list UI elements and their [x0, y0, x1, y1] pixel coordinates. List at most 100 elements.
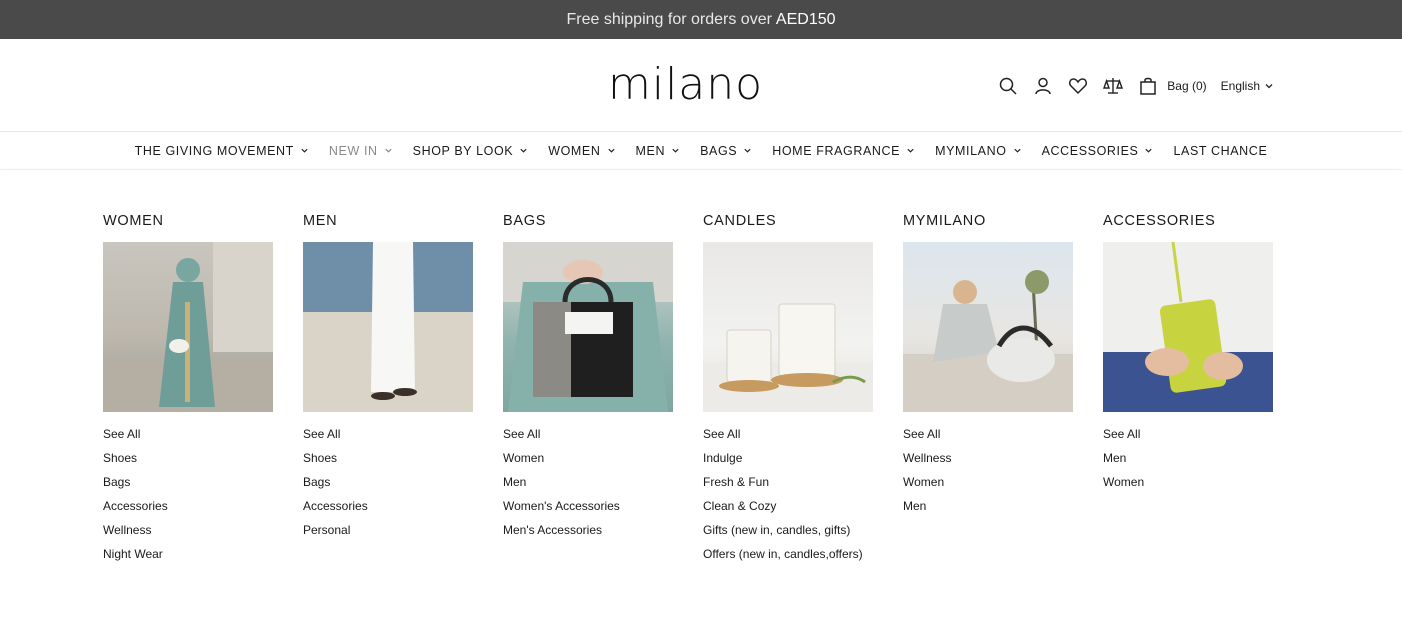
menu-link[interactable]: Wellness: [903, 448, 1073, 472]
header-actions: Bag (0) English: [997, 75, 1274, 97]
menu-link[interactable]: Men's Accessories: [503, 520, 673, 544]
chevron-down-icon: [1013, 148, 1021, 153]
account-icon[interactable]: [1032, 75, 1054, 97]
site-header: milano Bag (0) English: [0, 39, 1402, 131]
gym-bag-woman-photo[interactable]: [903, 242, 1073, 412]
menu-link[interactable]: Accessories: [103, 496, 273, 520]
column-title[interactable]: MYMILANO: [903, 212, 1073, 230]
column-title[interactable]: ACCESSORIES: [1103, 212, 1273, 230]
menu-link[interactable]: Night Wear: [103, 544, 273, 568]
menu-link[interactable]: Personal: [303, 520, 473, 544]
phone-pouch-photo[interactable]: [1103, 242, 1273, 412]
mega-col-candles: CANDLES See All Indulge Fresh & Fun Clea…: [703, 212, 873, 568]
bag-count-label[interactable]: Bag (0): [1167, 79, 1206, 93]
menu-link[interactable]: See All: [303, 424, 473, 448]
nav-item-shop-by-look[interactable]: SHOP BY LOOK: [413, 144, 529, 158]
chevron-down-icon: [385, 148, 392, 153]
nav-item-the-giving-movement[interactable]: THE GIVING MOVEMENT: [135, 144, 309, 158]
nav-item-label: SHOP BY LOOK: [412, 143, 514, 158]
menu-link[interactable]: Women: [1103, 472, 1273, 496]
mega-col-men: MEN See All Shoes Bags Accessories Perso…: [303, 212, 473, 544]
menu-link[interactable]: Wellness: [103, 520, 273, 544]
menu-link[interactable]: Offers (new in, candles,offers): [703, 544, 873, 568]
menu-link[interactable]: See All: [503, 424, 673, 448]
nav-item-home-fragrance[interactable]: HOME FRAGRANCE: [772, 144, 915, 158]
nav-item-label: WOMEN: [548, 143, 601, 158]
chevron-down-icon: [1145, 148, 1153, 153]
column-links: See All Indulge Fresh & Fun Clean & Cozy…: [703, 424, 873, 568]
column-links: See All Men Women: [1103, 424, 1273, 496]
menu-link[interactable]: Men: [1103, 448, 1273, 472]
nav-item-accessories[interactable]: ACCESSORIES: [1042, 144, 1154, 158]
menu-link[interactable]: Fresh & Fun: [703, 472, 873, 496]
language-label: English: [1220, 79, 1260, 93]
wishlist-heart-icon[interactable]: [1067, 75, 1089, 97]
nav-item-mymilano[interactable]: MYMILANO: [935, 144, 1021, 158]
handbag-photo[interactable]: [503, 242, 673, 412]
chevron-down-icon: [1265, 84, 1273, 89]
menu-link[interactable]: Women: [503, 448, 673, 472]
mega-col-women: WOMEN See All Shoes Bags Accessories Wel…: [103, 212, 273, 568]
menu-link[interactable]: Shoes: [103, 448, 273, 472]
chevron-down-icon: [744, 148, 751, 153]
nav-item-label: MEN: [635, 143, 666, 158]
bag-icon[interactable]: [1137, 75, 1159, 97]
mega-col-bags: BAGS See All Women Men Women's Accessori…: [503, 212, 673, 544]
column-links: See All Wellness Women Men: [903, 424, 1073, 520]
nav-item-last-chance[interactable]: LAST CHANCE: [1173, 144, 1267, 158]
chevron-down-icon: [672, 148, 679, 153]
nav-item-men[interactable]: MEN: [636, 144, 681, 158]
menu-link[interactable]: Accessories: [303, 496, 473, 520]
menu-link[interactable]: See All: [1103, 424, 1273, 448]
menu-link[interactable]: Shoes: [303, 448, 473, 472]
nav-item-new-in[interactable]: NEW IN: [329, 144, 393, 158]
nav-item-label: MYMILANO: [935, 143, 1007, 158]
nav-item-label: ACCESSORIES: [1041, 143, 1139, 158]
men-white-kandura-photo[interactable]: [303, 242, 473, 412]
chevron-down-icon: [907, 148, 914, 153]
menu-link[interactable]: Women's Accessories: [503, 496, 673, 520]
nav-item-bags[interactable]: BAGS: [700, 144, 752, 158]
menu-link[interactable]: See All: [703, 424, 873, 448]
mega-col-accessories: ACCESSORIES See All Men Women: [1103, 212, 1273, 496]
chevron-down-icon: [301, 148, 308, 153]
announcement-amount: AED150: [775, 10, 836, 28]
nav-item-label: THE GIVING MOVEMENT: [134, 143, 294, 158]
chevron-down-icon: [607, 148, 615, 153]
new-in-mega-menu: WOMEN See All Shoes Bags Accessories Wel…: [0, 170, 1402, 606]
column-links: See All Shoes Bags Accessories Wellness …: [103, 424, 273, 568]
column-links: See All Shoes Bags Accessories Personal: [303, 424, 473, 544]
column-title[interactable]: WOMEN: [103, 212, 273, 230]
compare-scale-icon[interactable]: [1102, 75, 1124, 97]
announcement-bar: Free shipping for orders over AED150: [0, 0, 1402, 39]
candles-photo[interactable]: [703, 242, 873, 412]
nav-item-label: NEW IN: [328, 143, 378, 158]
page-content-behind-menu: [0, 606, 1402, 625]
nav-item-label: LAST CHANCE: [1173, 143, 1268, 158]
column-title[interactable]: CANDLES: [703, 212, 873, 230]
menu-link[interactable]: Men: [503, 472, 673, 496]
menu-link[interactable]: Women: [903, 472, 1073, 496]
search-icon[interactable]: [997, 75, 1019, 97]
menu-link[interactable]: Gifts (new in, candles, gifts): [703, 520, 873, 544]
menu-link[interactable]: See All: [103, 424, 273, 448]
menu-link[interactable]: Clean & Cozy: [703, 496, 873, 520]
menu-link[interactable]: Indulge: [703, 448, 873, 472]
nav-item-women[interactable]: WOMEN: [548, 144, 615, 158]
nav-item-label: BAGS: [700, 143, 738, 158]
menu-link[interactable]: Bags: [303, 472, 473, 496]
menu-link[interactable]: Men: [903, 496, 1073, 520]
main-navigation: THE GIVING MOVEMENT NEW IN SHOP BY LOOK WOM…: [0, 131, 1402, 170]
language-selector[interactable]: English: [1221, 79, 1274, 93]
menu-link[interactable]: See All: [903, 424, 1073, 448]
column-title[interactable]: BAGS: [503, 212, 673, 230]
menu-link[interactable]: Bags: [103, 472, 273, 496]
column-links: See All Women Men Women's Accessories Me…: [503, 424, 673, 544]
women-teal-abaya-photo[interactable]: [103, 242, 273, 412]
mega-col-mymilano: MYMILANO See All Wellness Women Men: [903, 212, 1073, 520]
nav-item-label: HOME FRAGRANCE: [772, 143, 901, 158]
announcement-text: Free shipping for orders over: [566, 10, 772, 28]
chevron-down-icon: [520, 148, 527, 153]
column-title[interactable]: MEN: [303, 212, 473, 230]
milano-logo[interactable]: milano: [608, 61, 763, 109]
